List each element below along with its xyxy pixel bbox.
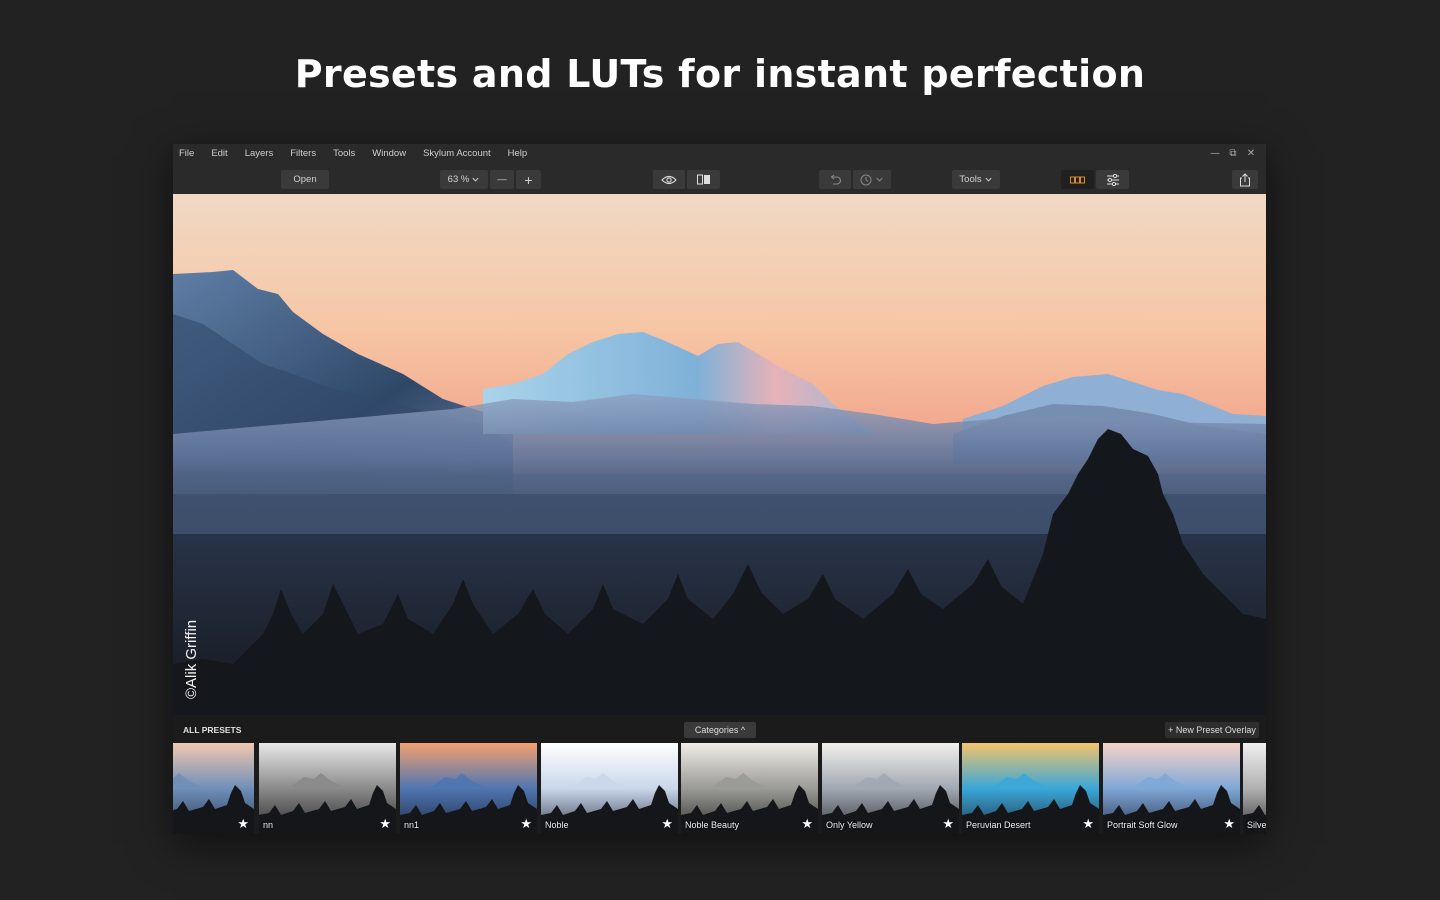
menu-file[interactable]: File [173, 144, 199, 164]
window-controls: — ⧉ ✕ [1206, 144, 1260, 164]
star-icon[interactable]: ★ [942, 818, 954, 832]
zoom-out-button[interactable]: — [490, 170, 514, 189]
preset-name: Silve [1247, 820, 1266, 830]
share-icon [1240, 172, 1250, 186]
history-dropdown[interactable] [853, 170, 891, 189]
compare-button[interactable] [687, 170, 720, 189]
preset-thumbnail[interactable]: nn1 ★ [400, 743, 537, 834]
clock-icon [860, 174, 872, 185]
preset-thumbnail[interactable]: Only Yellow ★ [822, 743, 959, 834]
menu-layers[interactable]: Layers [239, 144, 279, 164]
zoom-in-glyph: + [524, 171, 533, 188]
preset-thumbnail[interactable]: Noble Beauty ★ [681, 743, 818, 834]
menu-window[interactable]: Window [366, 144, 411, 164]
preset-name: Only Yellow [826, 820, 873, 830]
app-window: File Edit Layers Filters Tools Window Sk… [173, 144, 1266, 834]
page-headline: Presets and LUTs for instant perfection [294, 52, 1146, 96]
star-icon[interactable]: ★ [520, 818, 532, 832]
preset-name: nn [263, 820, 274, 830]
zoom-value: 63 % [447, 174, 470, 185]
preset-preview-image [400, 743, 537, 834]
presets-header: ALL PRESETS Categories ^ + New Preset Ov… [173, 717, 1266, 740]
preset-thumbnail[interactable]: Peruvian Desert ★ [962, 743, 1099, 834]
landscape-image [173, 194, 1266, 715]
preset-name: Portrait Soft Glow [1107, 820, 1178, 830]
preview-toggle-button[interactable] [653, 170, 685, 189]
menu-filters[interactable]: Filters [284, 144, 321, 164]
open-button[interactable]: Open [281, 170, 329, 189]
undo-icon [830, 174, 841, 185]
minimize-button[interactable]: — [1206, 144, 1224, 164]
menu-help[interactable]: Help [502, 144, 533, 164]
zoom-out-glyph: — [497, 174, 507, 185]
close-button[interactable]: ✕ [1242, 144, 1260, 164]
toolbar: Open 63 % — + Tools [173, 164, 1266, 195]
preset-name: nn1 [404, 820, 420, 830]
chevron-down-icon [876, 177, 883, 182]
star-icon[interactable]: ★ [801, 818, 813, 832]
preset-thumbnail[interactable]: Silve★ [1243, 743, 1266, 834]
undo-button[interactable] [819, 170, 851, 189]
presets-title: ALL PRESETS [183, 725, 242, 735]
zoom-in-button[interactable]: + [516, 170, 541, 189]
preset-name: Noble [545, 820, 569, 830]
preset-name: Peruvian Desert [966, 820, 1031, 830]
main-photo[interactable]: ©Alik Griffin [173, 194, 1266, 715]
categories-button[interactable]: Categories ^ [684, 722, 756, 738]
presets-icon [1070, 176, 1085, 183]
preset-thumbnail[interactable]: ry★ [173, 743, 254, 834]
star-icon[interactable]: ★ [661, 818, 673, 832]
menu-bar: File Edit Layers Filters Tools Window Sk… [173, 144, 1266, 164]
zoom-dropdown[interactable]: 63 % [440, 170, 488, 189]
sliders-icon [1106, 173, 1119, 186]
share-button[interactable] [1232, 170, 1258, 189]
preset-thumbnail[interactable]: nn ★ [259, 743, 396, 834]
eye-icon [661, 175, 677, 184]
preset-name: Noble Beauty [685, 820, 740, 830]
menu-skylum-account[interactable]: Skylum Account [417, 144, 496, 164]
adjustments-panel-button[interactable] [1096, 170, 1129, 189]
open-button-label: Open [293, 174, 317, 185]
menu-edit[interactable]: Edit [205, 144, 232, 164]
chevron-down-icon [472, 177, 479, 182]
tools-label: Tools [959, 174, 982, 185]
split-view-icon [696, 174, 710, 185]
presets-panel-button[interactable] [1061, 170, 1094, 189]
photo-credit: ©Alik Griffin [183, 619, 200, 699]
star-icon[interactable]: ★ [1223, 818, 1235, 832]
preset-preview-image [259, 743, 396, 834]
tools-dropdown[interactable]: Tools [952, 170, 1000, 189]
star-icon[interactable]: ★ [1082, 818, 1094, 832]
restore-button[interactable]: ⧉ [1224, 144, 1242, 164]
star-icon[interactable]: ★ [379, 818, 391, 832]
preset-thumbnail[interactable]: Portrait Soft Glow ★ [1103, 743, 1240, 834]
chevron-down-icon [985, 177, 992, 182]
presets-strip: ry★nn★nn1★Noble★Noble Beauty★Only Yellow… [173, 743, 1266, 834]
preset-thumbnail[interactable]: Noble ★ [541, 743, 678, 834]
star-icon[interactable]: ★ [237, 818, 249, 832]
menu-tools[interactable]: Tools [327, 144, 360, 164]
new-preset-overlay-button[interactable]: + New Preset Overlay [1165, 722, 1259, 738]
